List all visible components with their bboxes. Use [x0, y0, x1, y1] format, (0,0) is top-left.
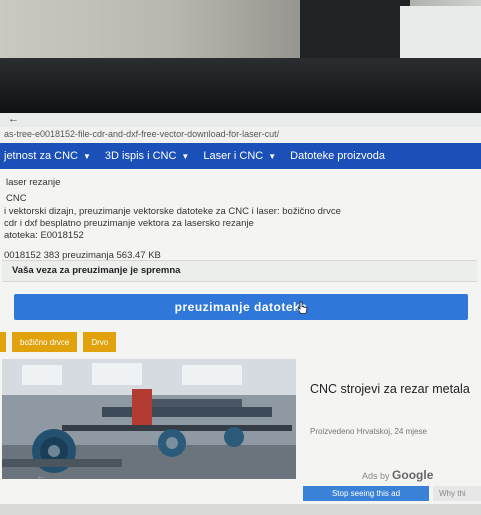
ad-image-cnc-machine[interactable]: [2, 359, 296, 479]
monitor-bottom-edge: [0, 504, 481, 515]
chevron-down-icon: ▼: [181, 151, 190, 161]
ad-title[interactable]: CNC strojevi za rezar metala: [310, 381, 478, 397]
chevron-down-icon: ▼: [82, 151, 91, 161]
download-ready-text: Vaša veza za preuzimanje je spremna: [12, 265, 181, 276]
site-navigation: jetnost za CNC ▼ 3D ispis i CNC ▼ Laser …: [0, 143, 481, 169]
arrow-left-icon[interactable]: ←: [36, 471, 46, 482]
chevron-down-icon: ▼: [268, 151, 277, 161]
address-bar[interactable]: as-tree-e0018152-file-cdr-and-dxf-free-v…: [0, 127, 481, 144]
tag-item[interactable]: [0, 332, 6, 352]
why-this-ad-button[interactable]: Why thi: [433, 486, 481, 501]
ads-by-google: Ads by Google: [362, 468, 434, 482]
monitor-bezel: [0, 58, 481, 142]
description-line-1: i vektorski dizajn, preuzimanje vektorsk…: [4, 206, 341, 217]
hand-cursor-icon: [297, 301, 308, 314]
tag-item[interactable]: Drvo: [83, 332, 117, 352]
download-ready-banner: Vaša veza za preuzimanje je spremna: [2, 260, 477, 282]
nav-item-3d-print[interactable]: 3D ispis i CNC ▼: [105, 150, 189, 162]
file-id: atoteka: E0018152: [4, 230, 84, 241]
breadcrumb-category[interactable]: laser rezanje: [6, 177, 60, 189]
nav-item-product-files[interactable]: Datoteke proizvoda: [290, 150, 385, 162]
back-arrow-icon[interactable]: ←: [8, 113, 19, 125]
nav-item-cnc[interactable]: jetnost za CNC ▼: [4, 150, 91, 162]
browser-top-strip: ←: [0, 113, 481, 127]
url-text: as-tree-e0018152-file-cdr-and-dxf-free-v…: [4, 129, 280, 139]
download-files-button[interactable]: preuzimanje datoteka: [14, 294, 468, 320]
tag-item[interactable]: božično drvce: [12, 332, 78, 352]
google-logo: Google: [392, 468, 434, 482]
description-line-2: cdr i dxf besplatno preuzimanje vektora …: [4, 218, 254, 229]
breadcrumb-cnc[interactable]: CNC: [6, 193, 27, 205]
browser-screen: ← as-tree-e0018152-file-cdr-and-dxf-free…: [0, 113, 481, 505]
background-window: [400, 6, 481, 64]
background-dark-panel: [300, 0, 410, 62]
tag-list: božično drvce Drvo: [0, 332, 117, 352]
stop-seeing-ad-button[interactable]: Stop seeing this ad: [303, 486, 429, 501]
ad-subtitle: Proizvedeno Hrvatskoj, 24 mjese: [310, 427, 427, 436]
nav-item-laser[interactable]: Laser i CNC ▼: [203, 150, 276, 162]
